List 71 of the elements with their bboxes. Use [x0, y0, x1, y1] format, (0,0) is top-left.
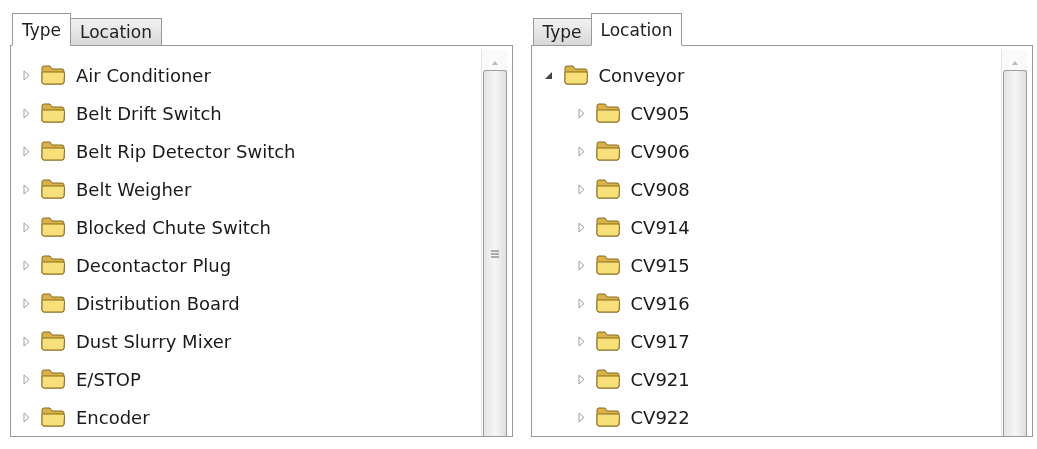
folder-icon: [40, 255, 66, 275]
collapsed-arrow-icon[interactable]: [577, 373, 585, 385]
scroll-up-icon[interactable]: [1011, 60, 1019, 66]
folder-icon: [40, 369, 66, 389]
tree-item[interactable]: Conveyor: [598, 64, 685, 86]
collapsed-arrow-icon[interactable]: [577, 411, 585, 423]
collapsed-arrow-icon[interactable]: [23, 259, 30, 271]
tree-item[interactable]: CV905: [630, 102, 690, 124]
tree-item[interactable]: CV916: [630, 292, 690, 314]
scrollbar[interactable]: [480, 50, 508, 436]
scroll-thumb[interactable]: [1003, 70, 1027, 436]
collapsed-arrow-icon[interactable]: [577, 183, 585, 195]
scroll-up-icon[interactable]: [490, 60, 499, 66]
tab[interactable]: Type: [12, 13, 72, 46]
folder-icon: [40, 65, 66, 85]
folder-icon: [562, 65, 589, 85]
scroll-thumb[interactable]: [482, 70, 507, 436]
collapsed-arrow-icon[interactable]: [23, 335, 30, 347]
collapsed-arrow-icon[interactable]: [577, 145, 585, 157]
tree-item[interactable]: Dust Slurry Mixer: [76, 330, 232, 352]
tab[interactable]: Location: [590, 13, 683, 46]
collapsed-arrow-icon[interactable]: [23, 221, 30, 233]
tree-item[interactable]: Distribution Board: [76, 292, 240, 314]
folder-icon: [40, 103, 66, 123]
tree-item[interactable]: Belt Weigher: [76, 178, 192, 200]
tree-item[interactable]: CV914: [630, 216, 690, 238]
folder-icon: [40, 293, 66, 313]
folder-icon: [594, 217, 621, 237]
folder-icon: [594, 407, 621, 427]
collapsed-arrow-icon[interactable]: [577, 107, 585, 119]
tree-item[interactable]: Encoder: [76, 406, 150, 428]
collapsed-arrow-icon[interactable]: [23, 107, 30, 119]
folder-icon: [40, 141, 66, 161]
folder-icon: [594, 369, 621, 389]
tree-item[interactable]: Belt Drift Switch: [76, 102, 222, 124]
folder-icon: [594, 179, 621, 199]
tree-item[interactable]: CV908: [630, 178, 690, 200]
folder-icon: [594, 255, 621, 275]
tree-item[interactable]: Air Conditioner: [76, 64, 211, 86]
folder-icon: [594, 331, 621, 351]
collapsed-arrow-icon[interactable]: [577, 297, 585, 309]
scrollbar[interactable]: [1001, 50, 1028, 436]
tree-item[interactable]: CV917: [630, 330, 690, 352]
tab[interactable]: Location: [70, 18, 162, 46]
collapsed-arrow-icon[interactable]: [23, 373, 30, 385]
collapsed-arrow-icon[interactable]: [23, 411, 30, 423]
tree-item[interactable]: CV915: [630, 254, 690, 276]
grip-icon: [490, 249, 499, 258]
folder-icon: [594, 103, 621, 123]
tab[interactable]: Type: [532, 18, 592, 46]
folder-icon: [40, 179, 66, 199]
tree-item[interactable]: Blocked Chute Switch: [76, 216, 271, 238]
folder-icon: [40, 331, 66, 351]
tree-item[interactable]: CV921: [630, 368, 690, 390]
collapsed-arrow-icon[interactable]: [23, 183, 30, 195]
collapsed-arrow-icon[interactable]: [577, 335, 585, 347]
expanded-arrow-icon[interactable]: [543, 70, 553, 80]
collapsed-arrow-icon[interactable]: [23, 297, 30, 309]
collapsed-arrow-icon[interactable]: [577, 259, 585, 271]
folder-icon: [594, 293, 621, 313]
folder-icon: [40, 407, 66, 427]
folder-icon: [594, 141, 621, 161]
tree-item[interactable]: CV906: [630, 140, 690, 162]
collapsed-arrow-icon[interactable]: [577, 221, 585, 233]
tree-item[interactable]: CV922: [630, 406, 690, 428]
tree-item[interactable]: Belt Rip Detector Switch: [76, 140, 296, 162]
collapsed-arrow-icon[interactable]: [23, 69, 30, 81]
tree-item[interactable]: Decontactor Plug: [76, 254, 232, 276]
collapsed-arrow-icon[interactable]: [23, 145, 30, 157]
tree-item[interactable]: E/STOP: [76, 368, 141, 390]
folder-icon: [40, 217, 66, 237]
